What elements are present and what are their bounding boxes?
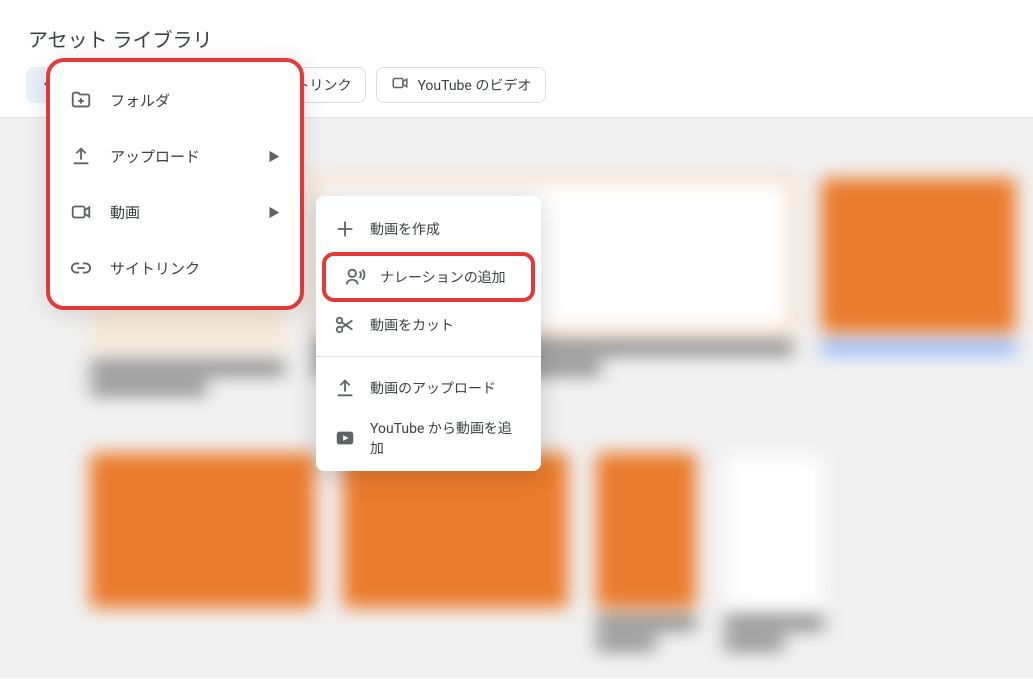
chevron-right-icon: ▶: [268, 148, 280, 165]
chip-youtube[interactable]: YouTube のビデオ: [376, 67, 546, 103]
page-header: アセット ライブラリ: [0, 0, 1033, 67]
plus-icon: [334, 218, 356, 240]
video-icon: [70, 201, 92, 223]
chip-youtube-label: YouTube のビデオ: [417, 75, 531, 95]
menu-item-upload[interactable]: アップロード ▶: [50, 128, 300, 184]
submenu-item-label: 動画のアップロード: [370, 378, 523, 398]
submenu-item-cut-video[interactable]: 動画をカット: [316, 300, 541, 350]
chevron-right-icon: ▶: [268, 204, 280, 221]
folder-add-icon: [70, 89, 92, 111]
menu-item-label: 動画: [110, 202, 268, 223]
youtube-icon: [334, 427, 356, 449]
scissors-icon: [334, 314, 356, 336]
page-title: アセット ライブラリ: [28, 24, 1005, 53]
menu-item-folder[interactable]: フォルダ: [50, 72, 300, 128]
submenu-item-upload-video[interactable]: 動画のアップロード: [316, 363, 541, 413]
submenu-item-label: 動画を作成: [370, 219, 523, 239]
app-shell: アセット ライブラリ すべて 画像 サイトリンク YouTube のビデオ: [0, 0, 1033, 679]
menu-separator: [316, 356, 541, 357]
submenu-item-label: 動画をカット: [370, 315, 523, 335]
narration-icon: [344, 266, 366, 288]
menu-item-label: フォルダ: [110, 90, 280, 111]
submenu-item-add-from-youtube[interactable]: YouTube から動画を追加: [316, 413, 541, 463]
upload-icon: [334, 377, 356, 399]
submenu-item-create-video[interactable]: 動画を作成: [316, 204, 541, 254]
submenu-item-label: ナレーションの追加: [380, 267, 513, 287]
menu-item-video[interactable]: 動画 ▶: [50, 184, 300, 240]
video-submenu: 動画を作成 ナレーションの追加 動画をカット: [316, 196, 541, 471]
upload-icon: [70, 145, 92, 167]
link-icon: [70, 257, 92, 279]
video-icon: [391, 74, 409, 96]
menu-item-label: アップロード: [110, 146, 268, 167]
menu-item-label: サイトリンク: [110, 258, 280, 279]
submenu-item-label: YouTube から動画を追加: [370, 418, 523, 458]
menu-item-sitelink[interactable]: サイトリンク: [50, 240, 300, 296]
submenu-item-add-narration[interactable]: ナレーションの追加: [322, 252, 535, 302]
primary-context-menu: フォルダ アップロード ▶ 動画 ▶: [46, 58, 304, 310]
asset-grid-area: フォルダ アップロード ▶ 動画 ▶: [0, 118, 1033, 678]
